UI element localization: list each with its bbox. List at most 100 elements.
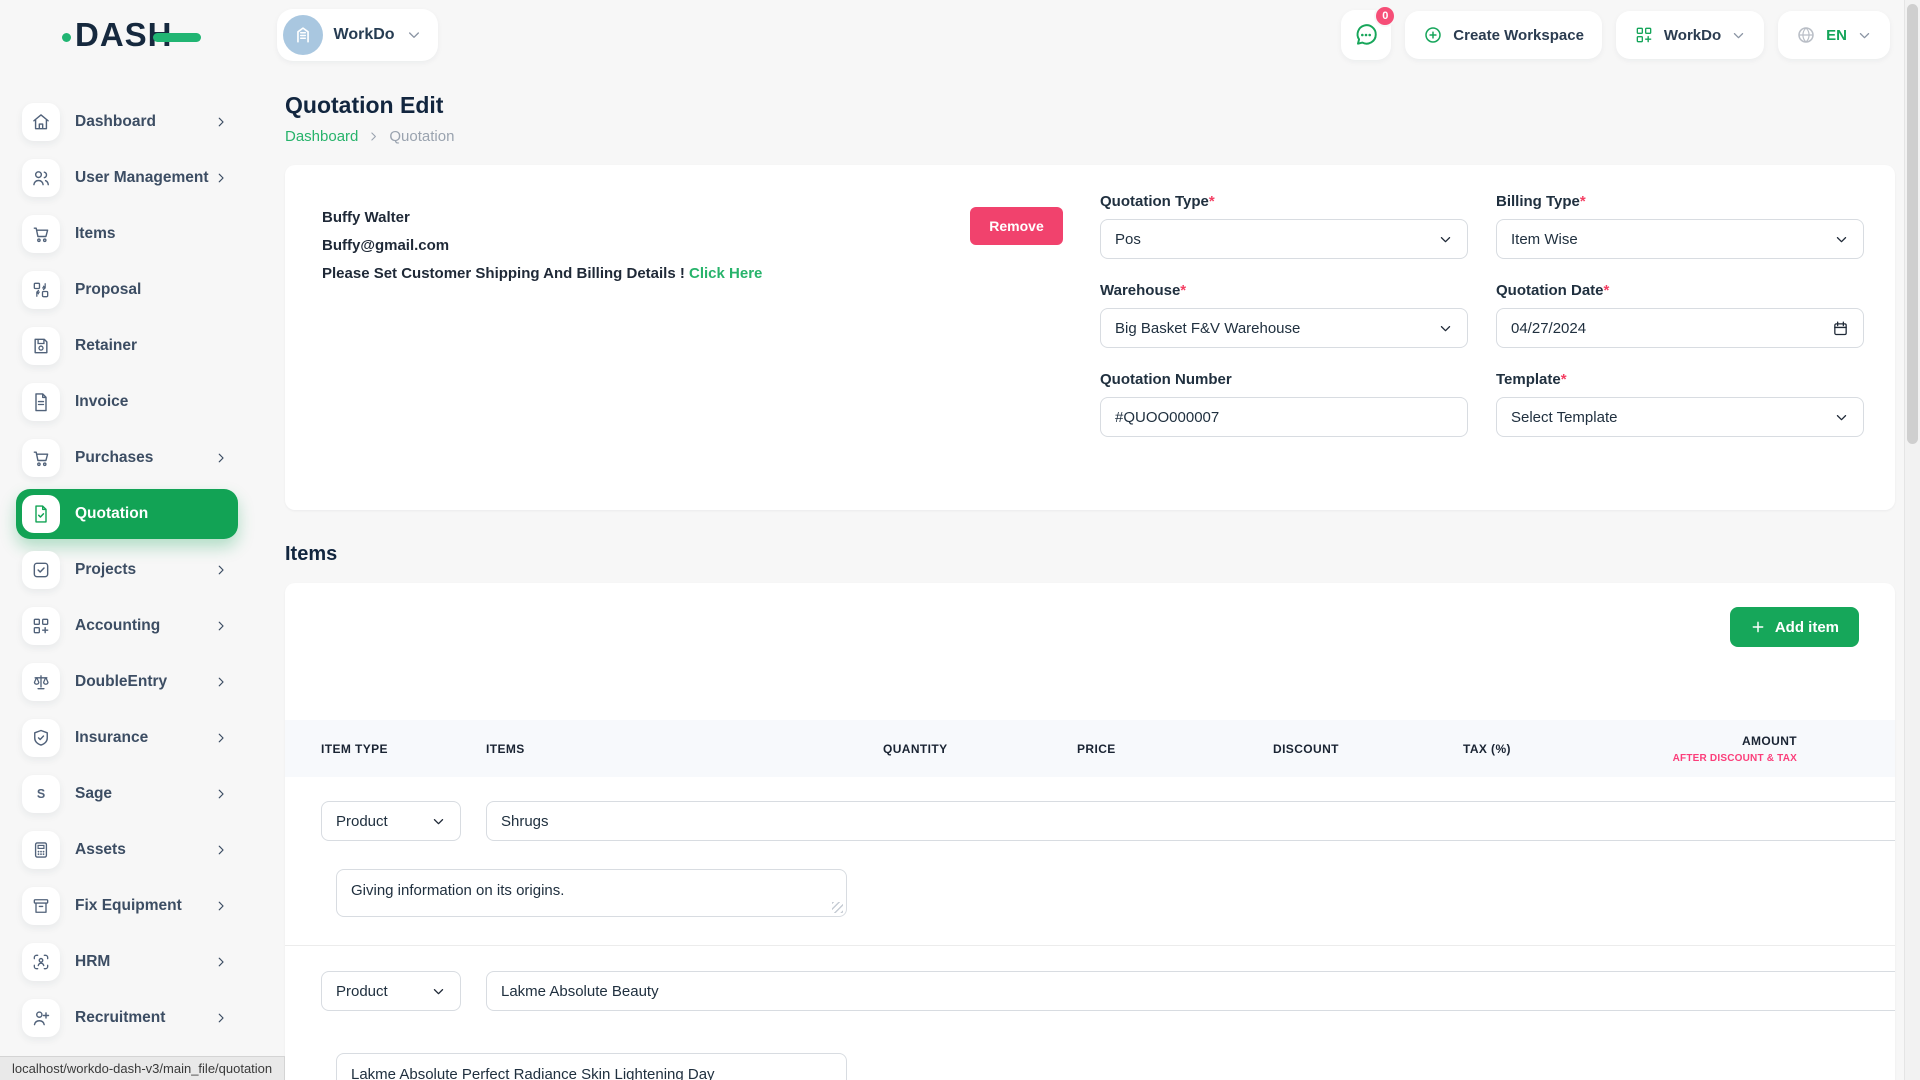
- create-workspace-button[interactable]: Create Workspace: [1405, 11, 1602, 59]
- template-select[interactable]: Select Template: [1496, 397, 1864, 437]
- item-description-textarea[interactable]: Lakme Absolute Perfect Radiance Skin Lig…: [336, 1053, 847, 1080]
- create-workspace-label: Create Workspace: [1453, 27, 1584, 44]
- browser-scrollbar[interactable]: [1904, 0, 1920, 1080]
- field-quotation-number: Quotation Number: [1100, 371, 1468, 437]
- sidebar-item-retainer[interactable]: Retainer: [22, 327, 244, 365]
- item-description-row: Giving information on its origins.: [321, 869, 1859, 917]
- save-icon: [22, 327, 60, 365]
- topbar: DASH WorkDo 0 Create Workspace WorkDo EN: [0, 0, 1920, 70]
- sidebar-item-items[interactable]: Items: [22, 215, 244, 253]
- quotation-date-input[interactable]: 04/27/2024: [1496, 308, 1864, 348]
- sidebar-item-invoice[interactable]: Invoice: [22, 383, 244, 421]
- field-billing-type: Billing Type* Item Wise: [1496, 193, 1864, 259]
- sidebar-item-doubleentry[interactable]: DoubleEntry: [22, 663, 244, 701]
- header-amount: AMOUNT AFTER DISCOUNT & TAX: [1653, 734, 1797, 764]
- quotation-type-select[interactable]: Pos: [1100, 219, 1468, 259]
- note-text: Please Set Customer Shipping And Billing…: [322, 265, 685, 282]
- billing-type-select[interactable]: Item Wise: [1496, 219, 1864, 259]
- sidebar-item-quotation[interactable]: Quotation: [16, 489, 238, 539]
- quotation-type-value: Pos: [1115, 231, 1141, 248]
- file-invoice-icon: [22, 383, 60, 421]
- sidebar-item-user-management[interactable]: User Management: [22, 159, 244, 197]
- grid-plus-icon: [22, 607, 60, 645]
- sidebar-item-label: Retainer: [75, 337, 137, 355]
- scale-icon: [22, 663, 60, 701]
- chevron-right-icon: [214, 731, 228, 745]
- sidebar-item-proposal[interactable]: Proposal: [22, 271, 244, 309]
- sidebar-item-hrm[interactable]: HRM: [22, 943, 244, 981]
- chevron-right-icon: [214, 563, 228, 577]
- calendar-icon: [1832, 320, 1849, 337]
- item-name-input[interactable]: [486, 971, 1895, 1011]
- workspace-name: WorkDo: [334, 26, 395, 44]
- sidebar-item-recruitment[interactable]: Recruitment: [22, 999, 244, 1037]
- add-item-button[interactable]: Add item: [1730, 607, 1859, 647]
- sidebar-item-projects[interactable]: Projects: [22, 551, 244, 589]
- calculator-icon: [22, 831, 60, 869]
- sidebar-item-sage[interactable]: Sage: [22, 775, 244, 813]
- sidebar-item-assets[interactable]: Assets: [22, 831, 244, 869]
- item-row: Product Set $ $ CGST (10%) SGST (5%) 172…: [321, 790, 1859, 852]
- header-items: ITEMS: [486, 742, 736, 756]
- item-type-select[interactable]: Product: [321, 971, 461, 1011]
- breadcrumb-current: Quotation: [389, 128, 454, 145]
- field-template: Template* Select Template: [1496, 371, 1864, 437]
- chevron-down-icon: [1834, 410, 1849, 425]
- quotation-date-value: 04/27/2024: [1511, 320, 1586, 337]
- items-section-heading: Items: [285, 543, 1895, 566]
- workdo-menu-button[interactable]: WorkDo: [1616, 11, 1764, 59]
- item-description-textarea[interactable]: Giving information on its origins.: [336, 869, 847, 917]
- chat-icon: [1353, 22, 1379, 48]
- language-selector[interactable]: EN: [1778, 11, 1890, 59]
- sidebar-item-dashboard[interactable]: Dashboard: [22, 103, 244, 141]
- item-type-select[interactable]: Product: [321, 801, 461, 841]
- required-asterisk: *: [1561, 371, 1567, 388]
- warehouse-select[interactable]: Big Basket F&V Warehouse: [1100, 308, 1468, 348]
- field-warehouse: Warehouse* Big Basket F&V Warehouse: [1100, 282, 1468, 348]
- sidebar-item-label: User Management: [75, 169, 209, 187]
- quotation-number-input[interactable]: [1100, 397, 1468, 437]
- sidebar-item-accounting[interactable]: Accounting: [22, 607, 244, 645]
- field-quotation-type: Quotation Type* Pos: [1100, 193, 1468, 259]
- customer-name: Buffy Walter: [322, 209, 762, 226]
- customer-email: Buffy@gmail.com: [322, 237, 762, 254]
- quotation-date-label: Quotation Date: [1496, 282, 1604, 299]
- item-type-value: Product: [336, 813, 388, 830]
- row-divider: [285, 945, 1895, 946]
- archive-icon: [22, 887, 60, 925]
- dash-logo[interactable]: DASH: [62, 16, 201, 54]
- sage-s-icon: [22, 775, 60, 813]
- messages-button[interactable]: 0: [1341, 10, 1391, 60]
- logo-bar: [153, 33, 201, 42]
- workspace-switcher[interactable]: WorkDo: [277, 9, 438, 61]
- quotation-number-label: Quotation Number: [1100, 371, 1232, 388]
- chevron-down-icon: [1834, 232, 1849, 247]
- chevron-down-icon: [1857, 28, 1872, 43]
- item-name-input[interactable]: [486, 801, 1895, 841]
- transfer-grid-icon: [22, 271, 60, 309]
- plus-circle-icon: [1423, 25, 1443, 45]
- items-table-header: ITEM TYPE ITEMS QUANTITY PRICE DISCOUNT …: [285, 720, 1895, 777]
- grid-plus-icon: [1634, 25, 1654, 45]
- warehouse-label: Warehouse: [1100, 282, 1180, 299]
- required-asterisk: *: [1180, 282, 1186, 299]
- chevron-down-icon: [431, 984, 446, 999]
- user-plus-icon: [22, 999, 60, 1037]
- sidebar-item-insurance[interactable]: Insurance: [22, 719, 244, 757]
- plus-icon: [1750, 619, 1766, 635]
- chevron-down-icon: [1438, 232, 1453, 247]
- chevron-right-icon: [214, 843, 228, 857]
- sidebar-item-label: Invoice: [75, 393, 128, 411]
- chevron-down-icon: [406, 27, 422, 43]
- breadcrumb-dashboard-link[interactable]: Dashboard: [285, 128, 358, 145]
- sidebar-item-label: Recruitment: [75, 1009, 165, 1027]
- sidebar-item-purchases[interactable]: Purchases: [22, 439, 244, 477]
- remove-customer-button[interactable]: Remove: [970, 207, 1063, 245]
- quotation-details-card: Buffy Walter Buffy@gmail.com Please Set …: [285, 165, 1895, 510]
- scrollbar-thumb[interactable]: [1907, 4, 1918, 444]
- sidebar-item-label: Dashboard: [75, 113, 156, 131]
- click-here-link[interactable]: Click Here: [689, 265, 762, 282]
- browser-status-bar: localhost/workdo-dash-v3/main_file/quota…: [0, 1056, 285, 1080]
- main-content: Quotation Edit Dashboard Quotation Buffy…: [260, 92, 1920, 1080]
- sidebar-item-fix-equipment[interactable]: Fix Equipment: [22, 887, 244, 925]
